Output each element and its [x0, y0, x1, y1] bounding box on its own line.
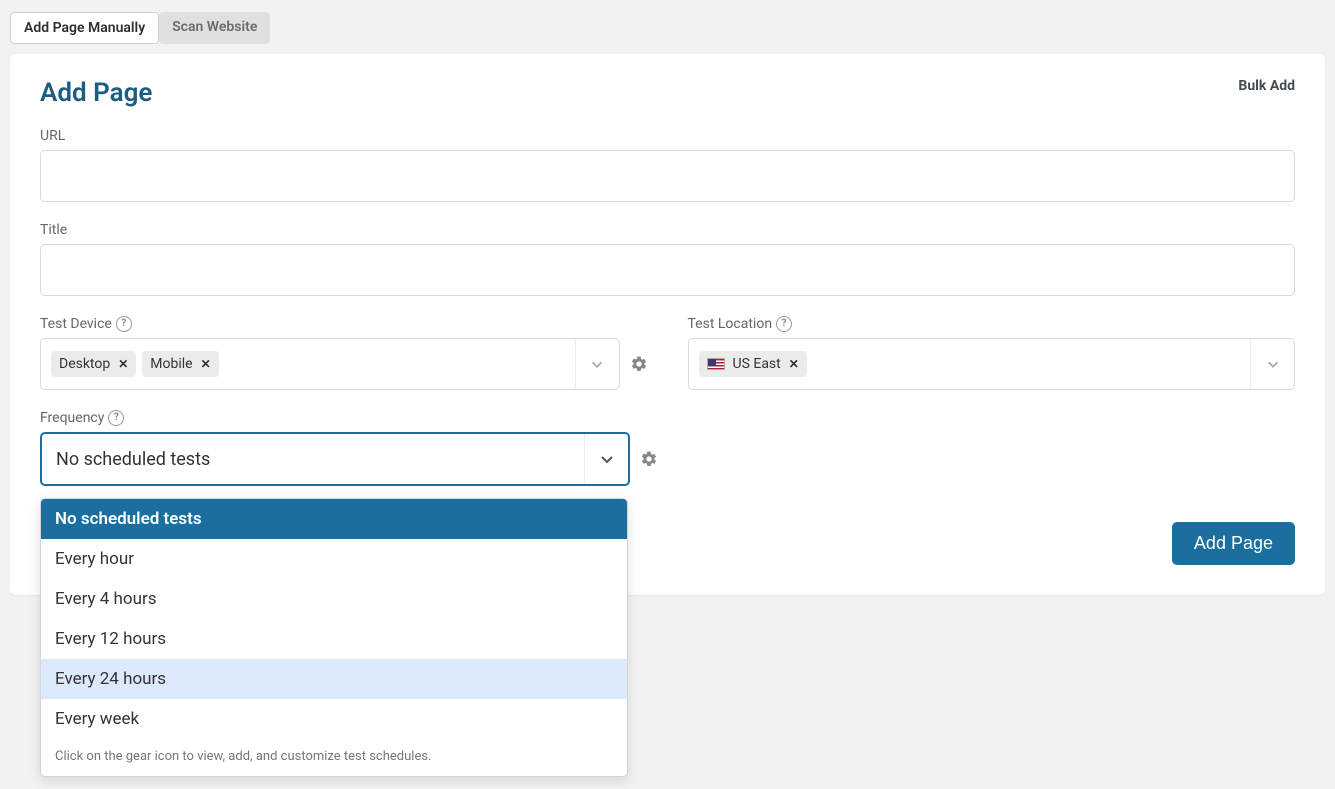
page-mode-tabs: Add Page Manually Scan Website — [10, 12, 1325, 44]
frequency-dropdown-menu: No scheduled tests Every hour Every 4 ho… — [40, 498, 628, 777]
test-location-label-text: Test Location — [688, 316, 773, 332]
tab-add-page-manually[interactable]: Add Page Manually — [10, 12, 159, 44]
tab-scan-website[interactable]: Scan Website — [159, 12, 270, 44]
remove-chip-icon[interactable]: ✕ — [201, 357, 211, 371]
test-device-label-text: Test Device — [40, 316, 112, 332]
location-chip-us-east: US East ✕ — [699, 351, 807, 377]
remove-chip-icon[interactable]: ✕ — [118, 357, 128, 371]
bulk-add-link[interactable]: Bulk Add — [1238, 78, 1295, 94]
chip-label: Desktop — [59, 356, 110, 372]
frequency-label: Frequency ? — [40, 410, 1295, 426]
frequency-option[interactable]: No scheduled tests — [41, 499, 627, 539]
help-icon[interactable]: ? — [108, 410, 124, 426]
device-chip-desktop: Desktop ✕ — [51, 351, 136, 377]
title-input[interactable] — [40, 244, 1295, 296]
frequency-selected-value: No scheduled tests — [56, 449, 210, 470]
chip-label: US East — [733, 356, 781, 372]
frequency-option[interactable]: Every 4 hours — [41, 579, 627, 619]
chip-label: Mobile — [150, 356, 192, 372]
dropdown-toggle[interactable] — [584, 434, 628, 484]
add-page-button[interactable]: Add Page — [1172, 522, 1295, 565]
gear-icon[interactable] — [630, 355, 648, 373]
frequency-option[interactable]: Every hour — [41, 539, 627, 579]
frequency-dropdown-footer: Click on the gear icon to view, add, and… — [41, 739, 627, 776]
frequency-option[interactable]: Every week — [41, 699, 627, 739]
test-device-label: Test Device ? — [40, 316, 648, 332]
url-input[interactable] — [40, 150, 1295, 202]
dropdown-toggle[interactable] — [1250, 339, 1294, 389]
frequency-label-text: Frequency — [40, 410, 104, 426]
flag-us-icon — [707, 358, 725, 370]
help-icon[interactable]: ? — [116, 316, 132, 332]
dropdown-toggle[interactable] — [575, 339, 619, 389]
chevron-down-icon — [588, 355, 606, 373]
device-chip-mobile: Mobile ✕ — [142, 351, 218, 377]
frequency-option[interactable]: Every 24 hours — [41, 659, 627, 699]
test-device-select[interactable]: Desktop ✕ Mobile ✕ — [40, 338, 620, 390]
title-label: Title — [40, 222, 1295, 238]
gear-icon[interactable] — [640, 450, 658, 468]
help-icon[interactable]: ? — [776, 316, 792, 332]
frequency-option[interactable]: Every 12 hours — [41, 619, 627, 659]
remove-chip-icon[interactable]: ✕ — [789, 357, 799, 371]
url-label: URL — [40, 128, 1295, 144]
page-title: Add Page — [40, 78, 152, 108]
test-location-label: Test Location ? — [688, 316, 1296, 332]
frequency-select[interactable]: No scheduled tests — [40, 432, 630, 486]
chevron-down-icon — [1264, 355, 1282, 373]
chevron-down-icon — [597, 449, 617, 469]
test-location-select[interactable]: US East ✕ — [688, 338, 1296, 390]
